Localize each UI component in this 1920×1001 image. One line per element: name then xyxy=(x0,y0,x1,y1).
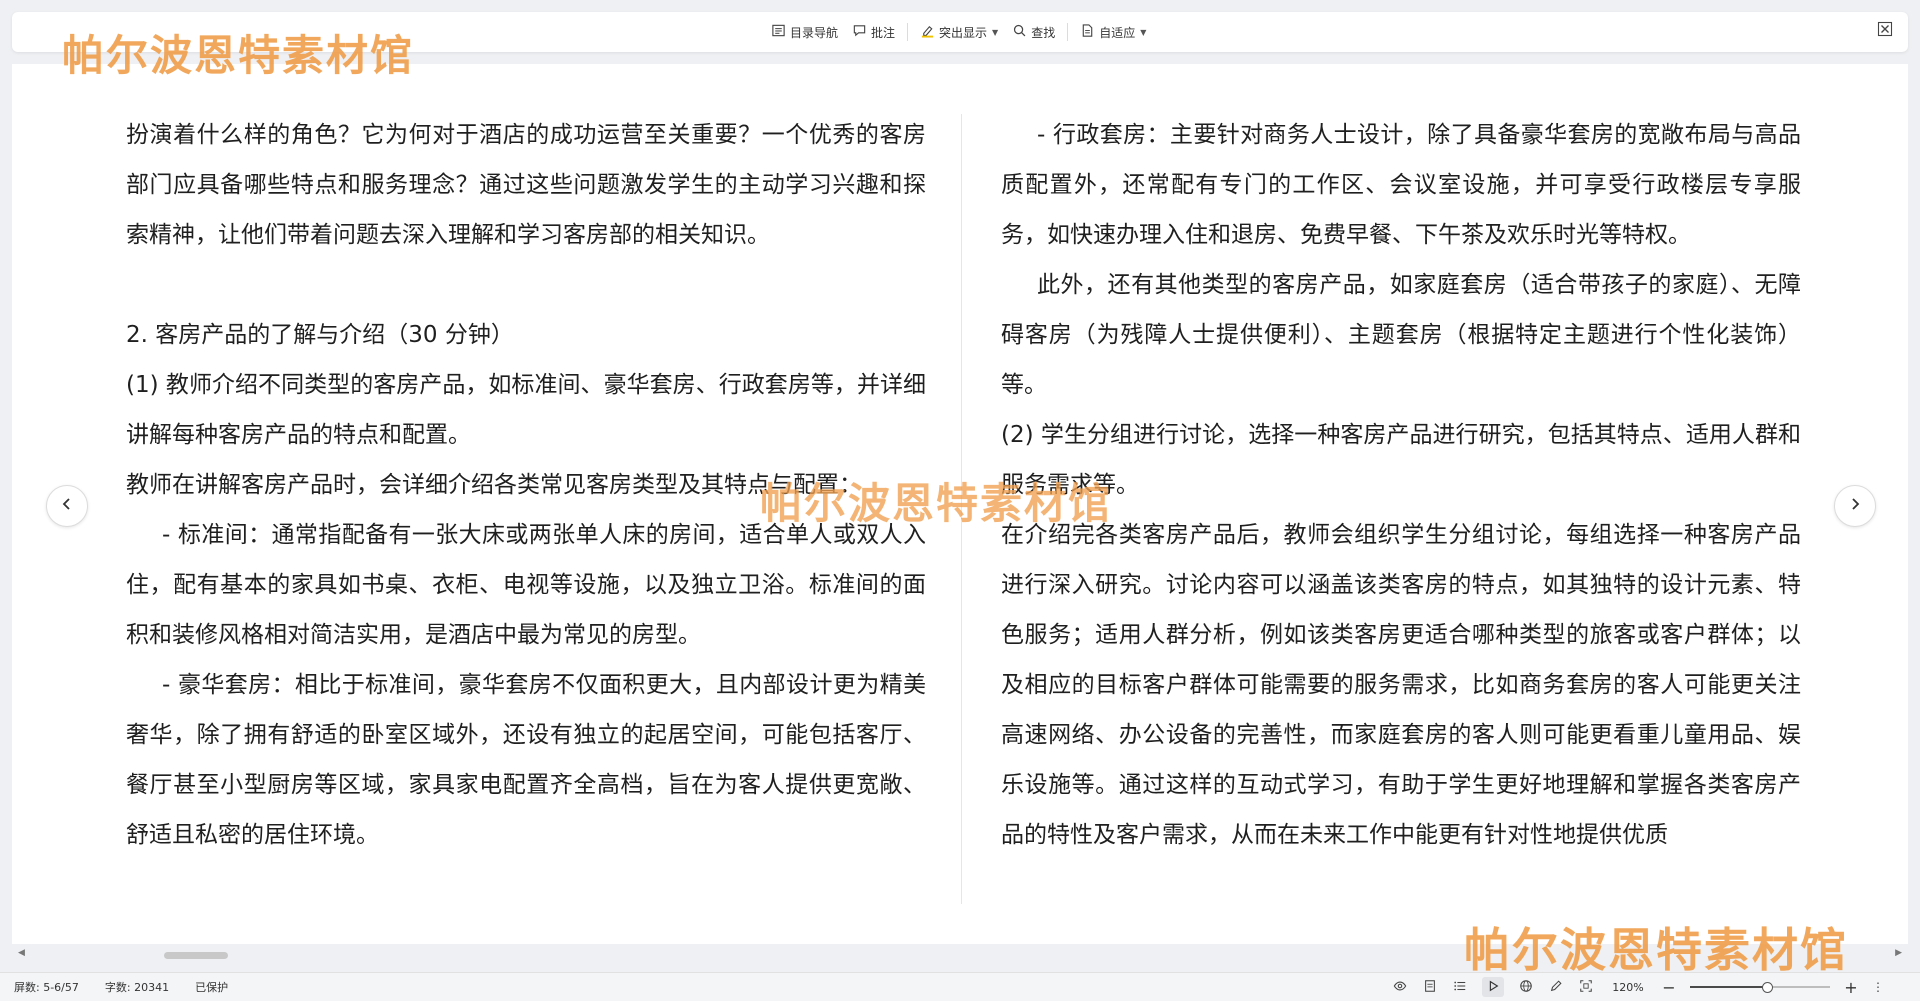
pen-icon xyxy=(1549,979,1563,996)
paragraph: 在介绍完各类客房产品后，教师会组织学生分组讨论，每组选择一种客房产品进行深入研究… xyxy=(1001,522,1801,848)
list-icon xyxy=(1453,979,1467,996)
chevron-down-icon: ▼ xyxy=(1140,27,1147,37)
find-label: 查找 xyxy=(1031,25,1056,40)
comment-button[interactable]: 批注 xyxy=(845,19,902,45)
status-right: 120% − + ⋮ xyxy=(1392,973,1884,1001)
fit-screen-icon xyxy=(1579,979,1593,996)
section-heading: 2. 客房产品的了解与介绍（30 分钟） xyxy=(126,322,514,348)
play-icon xyxy=(1486,979,1500,996)
paragraph: (1) 教师介绍不同类型的客房产品，如标准间、豪华套房、行政套房等，并详细讲解每… xyxy=(126,372,926,448)
status-bar: 屏数: 5-6/57 字数: 20341 已保护 120% − + ⋮ xyxy=(0,972,1920,1001)
toolbar-group: 目录导航 批注 突出显示 ▼ 查找 自适应 ▼ xyxy=(764,12,1153,52)
highlighter-icon xyxy=(920,23,935,41)
globe-icon xyxy=(1519,979,1533,996)
status-left: 屏数: 5-6/57 字数: 20341 已保护 xyxy=(14,973,228,1001)
more-options-icon[interactable]: ⋮ xyxy=(1872,980,1884,994)
left-column: 扮演着什么样的角色？它为何对于酒店的成功运营至关重要？一个优秀的客房部门应具备哪… xyxy=(126,110,926,860)
chevron-down-icon: ▼ xyxy=(992,27,999,37)
comment-icon xyxy=(852,23,867,41)
zoom-out-button[interactable]: − xyxy=(1662,978,1676,997)
zoom-slider[interactable] xyxy=(1690,982,1830,993)
scrollbar-thumb[interactable] xyxy=(164,952,228,959)
page-fit-icon xyxy=(1080,23,1095,41)
find-button[interactable]: 查找 xyxy=(1005,19,1062,45)
document-icon xyxy=(1423,979,1437,996)
zoom-level[interactable]: 120% xyxy=(1608,981,1648,994)
paragraph: - 行政套房：主要针对商务人士设计，除了具备豪华套房的宽敞布局与高品质配置外，还… xyxy=(1001,122,1801,248)
outline-view-button[interactable] xyxy=(1452,979,1468,995)
word-count: 字数: 20341 xyxy=(104,981,170,994)
close-icon xyxy=(1877,21,1893,41)
paragraph: 教师在讲解客房产品时，会详细介绍各类常见客房类型及其特点与配置： xyxy=(126,472,862,498)
zoom-slider-handle[interactable] xyxy=(1762,982,1773,993)
fit-window-button[interactable] xyxy=(1578,979,1594,995)
zoom-in-button[interactable]: + xyxy=(1844,978,1858,997)
document-page: 扮演着什么样的角色？它为何对于酒店的成功运营至关重要？一个优秀的客房部门应具备哪… xyxy=(12,64,1908,944)
toc-label: 目录导航 xyxy=(790,25,839,40)
page-view-button[interactable] xyxy=(1422,979,1438,995)
highlight-label: 突出显示 xyxy=(939,25,988,40)
toolbar-divider xyxy=(907,23,909,41)
toc-nav-button[interactable]: 目录导航 xyxy=(764,19,845,45)
page-divider xyxy=(961,114,962,904)
next-page-button[interactable] xyxy=(1834,485,1876,527)
scroll-left-arrow-icon[interactable]: ◀ xyxy=(18,948,25,958)
close-button[interactable] xyxy=(1876,21,1894,41)
chevron-left-icon xyxy=(59,496,75,516)
paragraph: 此外，还有其他类型的客房产品，如家庭套房（适合带孩子的家庭）、无障碍客房（为残障… xyxy=(1001,272,1801,398)
search-icon xyxy=(1012,23,1027,41)
annotate-button[interactable] xyxy=(1548,979,1564,995)
read-mode-button[interactable] xyxy=(1482,977,1504,997)
web-view-button[interactable] xyxy=(1518,979,1534,995)
comment-label: 批注 xyxy=(871,25,896,40)
fit-label: 自适应 xyxy=(1099,25,1136,40)
fit-dropdown[interactable]: 自适应 ▼ xyxy=(1073,19,1153,45)
chevron-right-icon xyxy=(1847,496,1863,516)
protect-status: 已保护 xyxy=(195,981,229,994)
page-info: 屏数: 5-6/57 xyxy=(14,981,79,994)
paragraph: - 豪华套房：相比于标准间，豪华套房不仅面积更大，且内部设计更为精美奢华，除了拥… xyxy=(126,672,926,848)
eye-icon xyxy=(1393,979,1407,996)
paragraph: (2) 学生分组进行讨论，选择一种客房产品进行研究，包括其特点、适用人群和服务需… xyxy=(1001,422,1801,498)
paragraph: - 标准间：通常指配备有一张大床或两张单人床的房间，适合单人或双人入住，配有基本… xyxy=(126,522,926,648)
eye-protect-button[interactable] xyxy=(1392,979,1408,995)
toolbar-divider xyxy=(1067,23,1069,41)
right-column: - 行政套房：主要针对商务人士设计，除了具备豪华套房的宽敞布局与高品质配置外，还… xyxy=(1001,110,1801,860)
previous-page-button[interactable] xyxy=(46,485,88,527)
highlight-dropdown[interactable]: 突出显示 ▼ xyxy=(913,19,1005,45)
horizontal-scrollbar[interactable]: ◀ ▶ xyxy=(12,948,1908,962)
zoom-slider-fill xyxy=(1690,986,1767,988)
paragraph: 扮演着什么样的角色？它为何对于酒店的成功运营至关重要？一个优秀的客房部门应具备哪… xyxy=(126,122,926,248)
toc-icon xyxy=(771,23,786,41)
reader-toolbar: 目录导航 批注 突出显示 ▼ 查找 自适应 ▼ xyxy=(12,12,1908,52)
scroll-right-arrow-icon[interactable]: ▶ xyxy=(1895,948,1902,958)
